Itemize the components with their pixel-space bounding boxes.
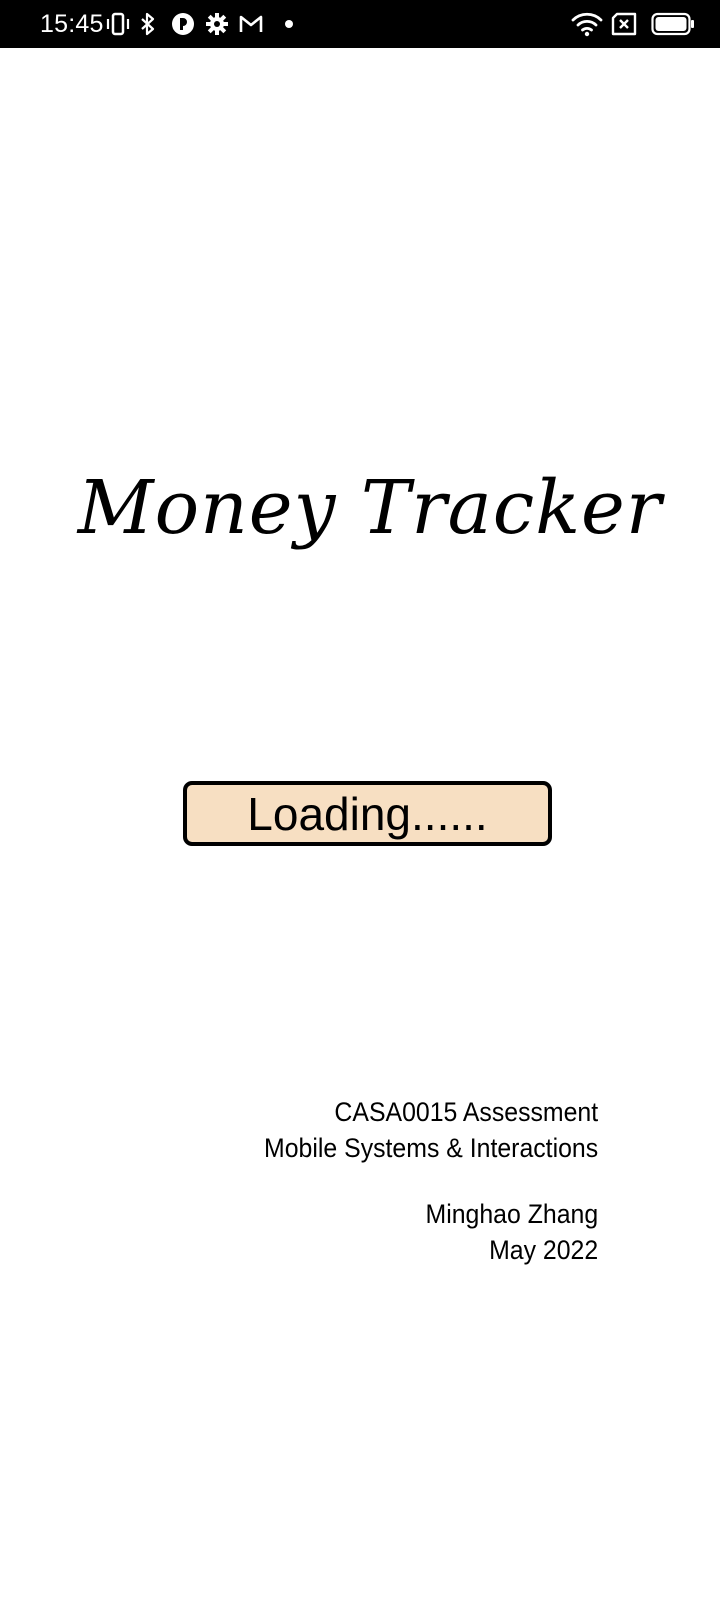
vibrate-icon [106, 12, 130, 36]
app-badge-icon [172, 13, 194, 35]
course-name: Mobile Systems & Interactions [263, 1133, 598, 1163]
wifi-icon [571, 12, 603, 37]
settings-gear-icon [206, 13, 228, 35]
date-label: May 2022 [488, 1235, 598, 1265]
loading-label: Loading...... [247, 788, 488, 840]
gmail-icon [239, 15, 263, 32]
bluetooth-icon [141, 12, 155, 36]
app-title: Money Tracker [77, 465, 663, 551]
credits-block: CASA0015 Assessment Mobile Systems & Int… [264, 1094, 598, 1268]
author-name: Minghao Zhang [425, 1199, 598, 1229]
sim-no-signal-icon [611, 12, 637, 36]
status-bar: 15:45 [0, 0, 720, 48]
notification-dot-icon [285, 20, 293, 28]
battery-icon [651, 12, 694, 36]
status-time: 15:45 [40, 10, 104, 38]
course-code: CASA0015 Assessment [334, 1097, 598, 1127]
loading-indicator: Loading...... [183, 781, 552, 846]
